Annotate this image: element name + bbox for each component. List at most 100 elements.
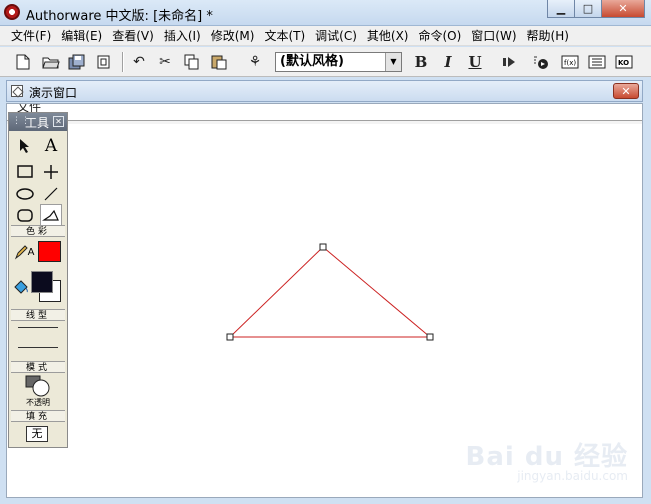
paste-button[interactable] [208, 51, 230, 73]
close-icon: ✕ [621, 84, 631, 98]
undo-button[interactable]: ↶ [128, 51, 150, 73]
minimize-icon: ▁ [556, 2, 566, 15]
polygon-tool[interactable] [40, 204, 62, 226]
menu-modify[interactable]: 修改(M) [206, 26, 260, 46]
italic-button[interactable]: I [437, 51, 459, 73]
fill-color-tool[interactable] [10, 276, 32, 298]
foreground-color-swatch[interactable] [31, 271, 53, 293]
pointer-tool[interactable] [14, 135, 36, 157]
tool-palette-close[interactable]: ✕ [53, 116, 64, 127]
line-color-label: A [27, 246, 35, 258]
rounded-rectangle-icon [17, 209, 33, 222]
triangle-shape[interactable] [228, 246, 432, 338]
presentation-canvas[interactable]: 文件 Bai du 经验 jingyan.baidu.com [6, 103, 643, 498]
crosshair-line-tool[interactable] [40, 161, 62, 183]
open-file-button[interactable] [40, 51, 62, 73]
variables-button[interactable] [586, 51, 608, 73]
crosshair-icon [44, 165, 58, 179]
menu-window[interactable]: 窗口(W) [466, 26, 521, 46]
line-section-label: 线型 [11, 309, 65, 321]
maximize-icon: □ [582, 2, 594, 15]
watermark-brand: Bai du 经验 [465, 442, 628, 472]
title-bar: Authorware 中文版: [未命名] * ▁ □ ✕ [0, 0, 651, 26]
line-color-swatch[interactable] [38, 241, 61, 262]
knowledge-objects-icon: KO [615, 55, 633, 69]
variables-icon [588, 55, 606, 69]
presentation-close-button[interactable]: ✕ [613, 83, 639, 99]
toolbar-separator [122, 52, 124, 72]
close-button[interactable]: ✕ [601, 0, 645, 18]
text-tool[interactable]: A [40, 135, 62, 157]
save-all-button[interactable] [66, 51, 88, 73]
polygon-icon [42, 209, 59, 221]
mode-opaque-button[interactable] [25, 375, 51, 397]
menu-debug[interactable]: 调试(C) [310, 26, 362, 46]
selection-handle-top[interactable] [319, 243, 327, 251]
new-file-icon [16, 54, 30, 70]
fill-pattern-button[interactable]: 无 [26, 426, 48, 442]
presentation-window-icon [11, 85, 23, 97]
control-panel-button[interactable] [530, 51, 552, 73]
import-icon [97, 55, 110, 69]
presentation-window-title: 演示窗口 [29, 86, 78, 100]
tool-palette-header[interactable]: ⋮⋮ 工具 ✕ [9, 113, 67, 131]
menu-view[interactable]: 查看(V) [107, 26, 159, 46]
tool-palette-title: 工具 [25, 116, 50, 130]
menu-file[interactable]: 文件(F) [6, 26, 56, 46]
diagonal-line-icon [44, 187, 58, 201]
rectangle-tool[interactable] [14, 161, 36, 183]
save-all-icon [68, 54, 85, 70]
menu-edit[interactable]: 编辑(E) [56, 26, 107, 46]
menu-bar: 文件(F) 编辑(E) 查看(V) 插入(I) 修改(M) 文本(T) 调试(C… [0, 26, 651, 46]
functions-icon: f(x) [561, 55, 579, 69]
bold-button[interactable]: B [410, 51, 432, 73]
fill-section-label: 填充 [11, 410, 65, 422]
mode-section-label: 模式 [11, 361, 65, 373]
cut-button[interactable]: ✂ [154, 51, 176, 73]
ellipse-icon [16, 188, 34, 200]
rectangle-icon [17, 165, 33, 178]
knowledge-objects-button[interactable]: KO [613, 51, 635, 73]
pointer-arrow-icon [20, 139, 29, 153]
functions-button[interactable]: f(x) [559, 51, 581, 73]
chevron-down-icon[interactable]: ▼ [385, 53, 401, 71]
menu-text[interactable]: 文本(T) [259, 26, 310, 46]
line-style-medium[interactable] [18, 347, 58, 348]
rounded-rectangle-tool[interactable] [14, 205, 36, 227]
watermark: Bai du 经验 jingyan.baidu.com [466, 436, 629, 483]
minimize-button[interactable]: ▁ [547, 0, 575, 18]
scissors-icon: ✂ [159, 54, 171, 70]
opaque-mode-icon [25, 375, 50, 397]
line-color-tool[interactable]: A [11, 241, 37, 263]
paste-icon [211, 55, 227, 70]
maximize-button[interactable]: □ [574, 0, 602, 18]
window-title: Authorware 中文版: [未命名] * [26, 9, 213, 24]
paint-bucket-icon [14, 280, 28, 294]
find-button[interactable]: ⚘ [244, 51, 266, 73]
line-style-thin[interactable] [18, 327, 58, 328]
presentation-window-titlebar: 演示窗口 ✕ [6, 80, 643, 102]
ellipse-tool[interactable] [14, 183, 36, 205]
control-panel-icon [534, 56, 548, 69]
close-icon: ✕ [618, 2, 628, 15]
new-file-button[interactable] [12, 51, 34, 73]
window-controls: ▁ □ ✕ [547, 0, 645, 18]
import-button[interactable] [93, 51, 115, 73]
menu-help[interactable]: 帮助(H) [522, 26, 574, 46]
run-button[interactable] [498, 51, 520, 73]
text-style-select[interactable]: (默认风格) ▼ [275, 52, 402, 72]
copy-button[interactable] [181, 51, 203, 73]
menu-insert[interactable]: 插入(I) [159, 26, 206, 46]
open-folder-icon [42, 57, 60, 69]
toolbar: ↶ ✂ ⚘ (默认风格) ▼ B I U f(x) KO [0, 47, 651, 77]
menu-other[interactable]: 其他(X) [362, 26, 414, 46]
tool-palette: ⋮⋮ 工具 ✕ A 色彩 A 线型 模式 不透明 填充 无 [8, 112, 68, 448]
diagonal-line-tool[interactable] [40, 183, 62, 205]
svg-text:f(x): f(x) [564, 59, 576, 67]
selection-handle-left[interactable] [226, 333, 234, 341]
copy-icon [184, 54, 199, 70]
menu-command[interactable]: 命令(O) [413, 26, 466, 46]
underline-button[interactable]: U [464, 51, 486, 73]
selection-handle-right[interactable] [426, 333, 434, 341]
color-section-label: 色彩 [11, 225, 65, 237]
